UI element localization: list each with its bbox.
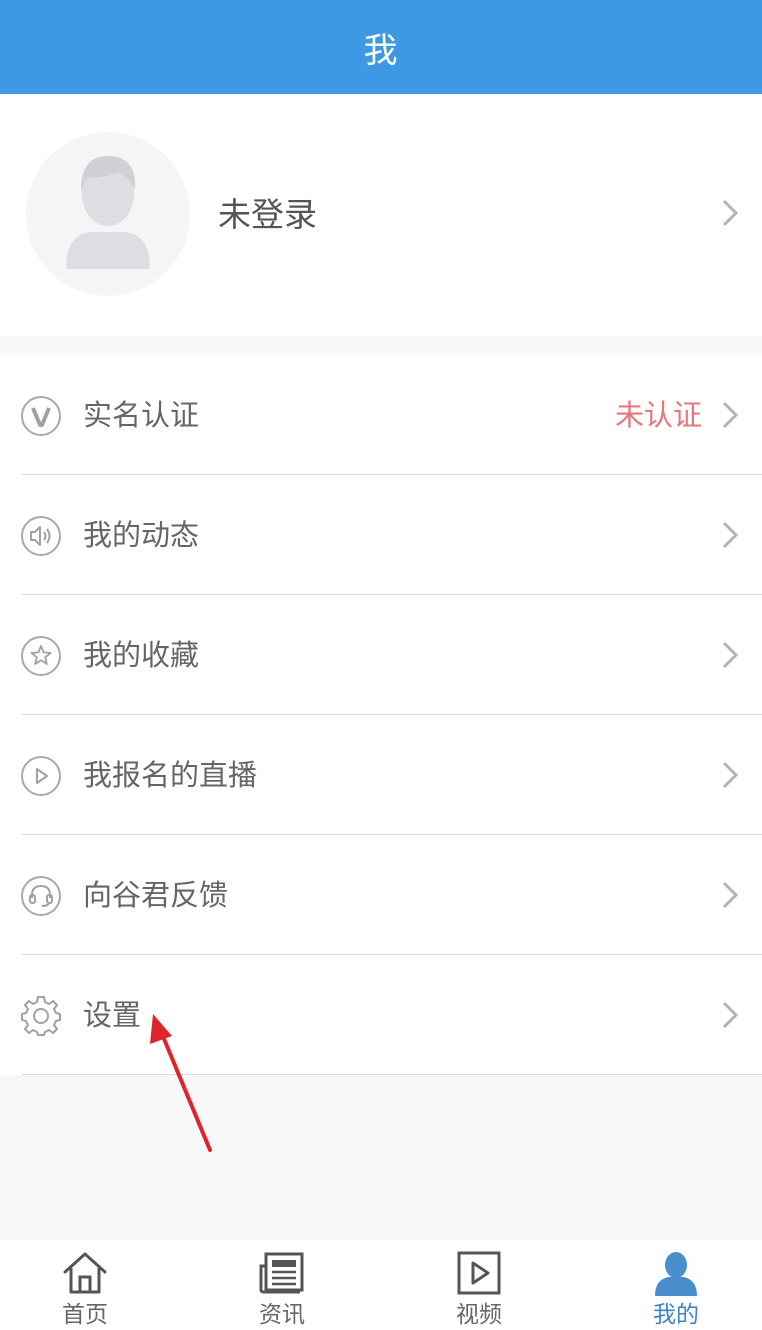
play-icon bbox=[21, 756, 61, 796]
verify-v-icon bbox=[21, 396, 61, 436]
chevron-right-icon bbox=[722, 1001, 739, 1029]
menu-item-settings[interactable]: 设置 bbox=[0, 955, 762, 1075]
menu-list: 实名认证 未认证 我的动态 我的收藏 我报名的直播 向谷君反馈 设置 bbox=[0, 355, 762, 1075]
chevron-right-icon bbox=[722, 761, 739, 789]
menu-item-label: 我报名的直播 bbox=[83, 758, 258, 792]
tab-label: 视频 bbox=[456, 1302, 502, 1328]
news-icon bbox=[259, 1252, 304, 1294]
menu-item-verification[interactable]: 实名认证 未认证 bbox=[0, 355, 762, 475]
top-bar: 我 bbox=[0, 0, 762, 94]
chevron-right-icon bbox=[722, 401, 739, 429]
gear-icon bbox=[21, 996, 61, 1036]
annotation-arrow bbox=[150, 1014, 212, 1152]
menu-item-label: 设置 bbox=[83, 998, 142, 1032]
tab-profile[interactable]: 我的 bbox=[581, 1240, 762, 1330]
chevron-right-icon bbox=[722, 199, 739, 227]
menu-item-favorites[interactable]: 我的收藏 bbox=[0, 595, 762, 715]
chevron-right-icon bbox=[722, 881, 739, 909]
menu-item-label: 我的动态 bbox=[83, 518, 200, 552]
chevron-right-icon bbox=[722, 521, 739, 549]
video-icon bbox=[457, 1251, 501, 1295]
profile-card[interactable]: 未登录 bbox=[0, 94, 762, 336]
menu-item-feedback[interactable]: 向谷君反馈 bbox=[0, 835, 762, 955]
bottom-tab-bar: 首页 资讯 视频 我的 bbox=[0, 1240, 762, 1330]
tab-label: 资讯 bbox=[259, 1302, 305, 1328]
home-icon bbox=[63, 1252, 107, 1294]
tab-home[interactable]: 首页 bbox=[0, 1240, 180, 1330]
profile-icon bbox=[655, 1252, 697, 1296]
status-badge: 未认证 bbox=[614, 398, 702, 432]
tab-label: 首页 bbox=[62, 1302, 108, 1328]
menu-item-label: 实名认证 bbox=[83, 398, 200, 432]
login-status: 未登录 bbox=[218, 195, 317, 234]
menu-item-registered-live[interactable]: 我报名的直播 bbox=[0, 715, 762, 835]
headset-icon bbox=[21, 876, 61, 916]
speaker-icon bbox=[21, 516, 61, 556]
menu-item-label: 向谷君反馈 bbox=[83, 878, 229, 912]
menu-item-my-activity[interactable]: 我的动态 bbox=[0, 475, 762, 595]
tab-video[interactable]: 视频 bbox=[384, 1240, 574, 1330]
page-title: 我 bbox=[363, 30, 399, 71]
tab-news[interactable]: 资讯 bbox=[187, 1240, 377, 1330]
menu-item-label: 我的收藏 bbox=[83, 638, 200, 672]
chevron-right-icon bbox=[722, 641, 739, 669]
divider bbox=[22, 1074, 762, 1075]
tab-label: 我的 bbox=[653, 1302, 699, 1328]
user-avatar-icon bbox=[26, 132, 190, 296]
star-icon bbox=[21, 636, 61, 676]
